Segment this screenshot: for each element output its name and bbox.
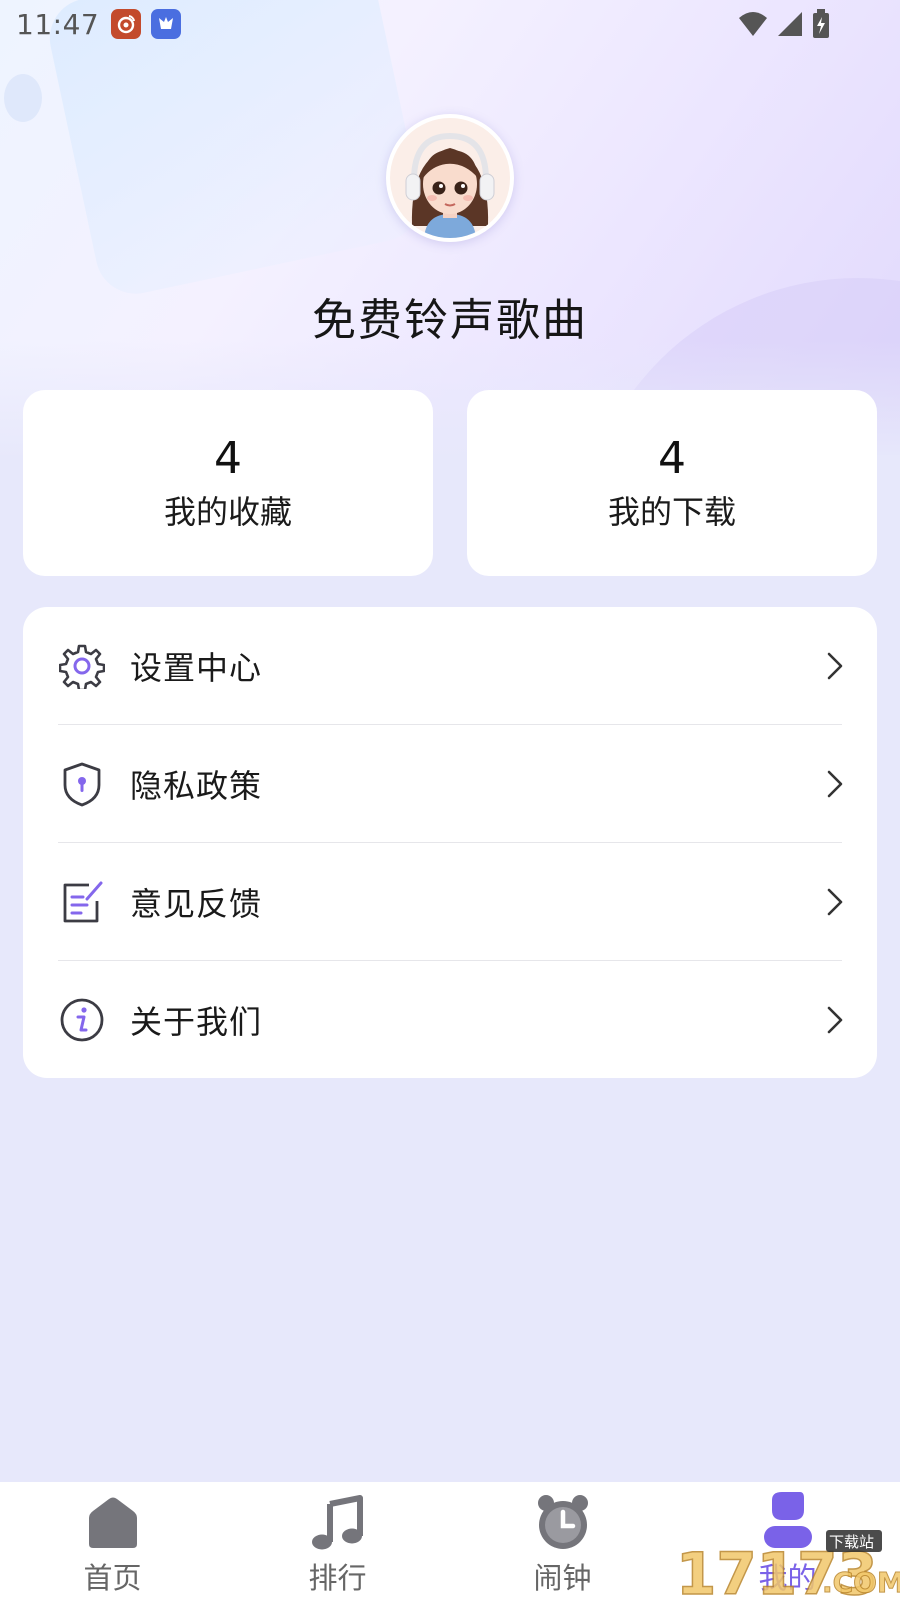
menu-item-settings[interactable]: 设置中心 bbox=[23, 607, 877, 725]
downloads-count: 4 bbox=[658, 433, 686, 484]
gear-icon bbox=[59, 644, 105, 689]
status-bar: 11:47 bbox=[0, 0, 900, 48]
chevron-right-icon bbox=[827, 1006, 843, 1034]
music-note-icon bbox=[311, 1495, 363, 1550]
chevron-right-icon bbox=[827, 770, 843, 798]
menu-label-settings: 设置中心 bbox=[130, 649, 263, 687]
status-time: 11:47 bbox=[16, 7, 100, 41]
home-icon bbox=[88, 1497, 137, 1548]
tab-alarm[interactable]: 闹钟 bbox=[450, 1482, 675, 1600]
watermark-logo: 17173 下载站 .COM bbox=[675, 1528, 900, 1600]
chevron-right-icon bbox=[827, 888, 843, 916]
downloads-card[interactable]: 4 我的下载 bbox=[467, 390, 877, 576]
app-notification-icon bbox=[151, 9, 182, 39]
app-name: 免费铃声歌曲 bbox=[312, 295, 588, 346]
alarm-clock-icon bbox=[537, 1495, 588, 1549]
chevron-right-icon bbox=[827, 652, 843, 680]
tab-label-home: 首页 bbox=[83, 1561, 142, 1595]
menu-label-privacy: 隐私政策 bbox=[130, 767, 263, 805]
menu-label-about: 关于我们 bbox=[130, 1003, 263, 1041]
battery-icon bbox=[813, 9, 829, 38]
menu-item-feedback[interactable]: 意见反馈 bbox=[23, 843, 877, 961]
svg-text:.COM: .COM bbox=[822, 1566, 900, 1599]
svg-text:下载站: 下载站 bbox=[829, 1533, 874, 1551]
avatar[interactable] bbox=[386, 114, 514, 242]
weibo-notification-icon bbox=[111, 9, 142, 39]
favorites-label: 我的收藏 bbox=[163, 493, 292, 531]
menu-list: 设置中心 隐私政策 意见反馈 关于我们 bbox=[23, 607, 877, 1078]
tab-home[interactable]: 首页 bbox=[0, 1482, 225, 1600]
menu-label-feedback: 意见反馈 bbox=[130, 885, 263, 923]
favorites-card[interactable]: 4 我的收藏 bbox=[23, 390, 433, 576]
decorative-shape bbox=[4, 74, 42, 122]
tab-label-ranking: 排行 bbox=[308, 1561, 367, 1595]
menu-item-about[interactable]: 关于我们 bbox=[23, 961, 877, 1079]
tab-label-alarm: 闹钟 bbox=[533, 1561, 592, 1595]
shield-icon bbox=[63, 762, 101, 807]
wifi-icon bbox=[739, 12, 767, 36]
signal-icon bbox=[778, 12, 802, 36]
downloads-label: 我的下载 bbox=[607, 493, 736, 531]
feedback-icon bbox=[63, 881, 103, 923]
favorites-count: 4 bbox=[214, 433, 242, 484]
tab-ranking[interactable]: 排行 bbox=[225, 1482, 450, 1600]
info-icon bbox=[60, 998, 104, 1042]
menu-item-privacy[interactable]: 隐私政策 bbox=[23, 725, 877, 843]
